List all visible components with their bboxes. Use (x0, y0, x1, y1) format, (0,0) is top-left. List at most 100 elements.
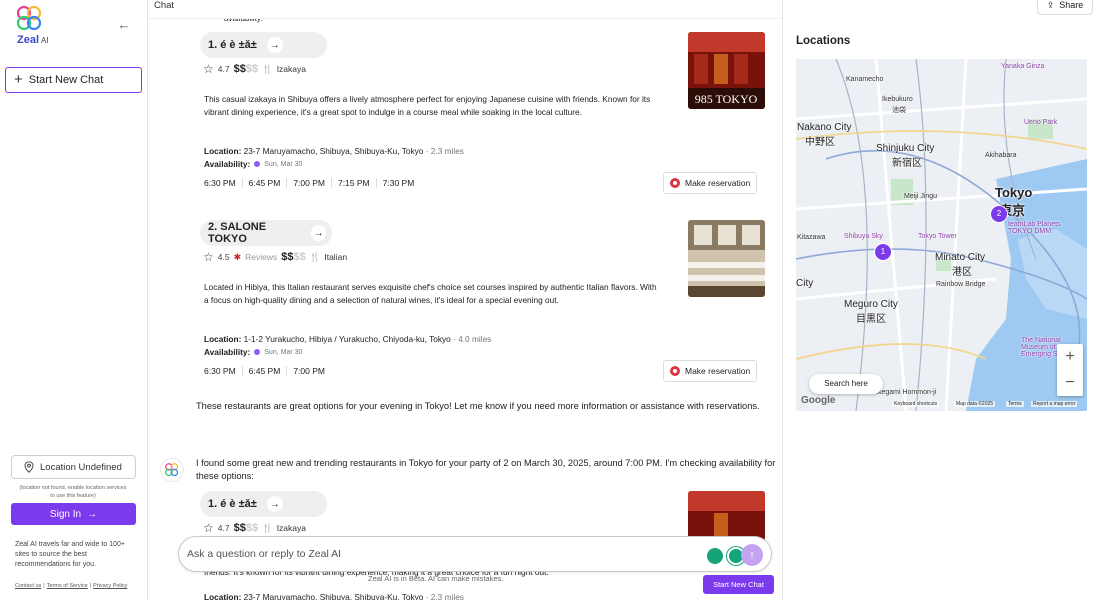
terms-link[interactable]: Terms of Service (47, 583, 88, 589)
restaurant-photo[interactable] (688, 491, 765, 541)
chat-input-box[interactable]: Ask a question or reply to Zeal AI ↑ (178, 536, 772, 572)
time-slot[interactable]: 7:15 PM (330, 178, 376, 188)
price-dim: $$ (293, 251, 306, 263)
arrow-right-icon: → (266, 496, 283, 512)
start-new-chat-bottom-button[interactable]: Start New Chat (703, 575, 774, 594)
restaurant-photo[interactable] (688, 220, 765, 297)
map-data-text: Map data ©2025 (954, 401, 996, 407)
time-slot[interactable]: 7:00 PM (286, 366, 331, 376)
map-label: Meiji Jingu (904, 193, 938, 200)
arrow-right-icon: → (87, 508, 98, 520)
keyboard-shortcuts-link[interactable]: Keyboard shortcuts (892, 401, 940, 407)
price-full: $$ (233, 522, 246, 534)
zoom-out-button[interactable]: − (1057, 370, 1083, 396)
search-here-button[interactable]: Search here (809, 374, 883, 394)
rating: 4.5 (217, 252, 230, 262)
utensils-icon: 🍴 (262, 522, 273, 533)
availability-dot (254, 161, 261, 167)
cuisine: Italian (324, 252, 348, 262)
map-label: Akihabara (985, 152, 1017, 159)
restaurant-location: Location: 1-1-2 Yurakucho, Hibiya / Yura… (204, 334, 491, 344)
beta-note: Zeal AI is in Beta. AI can make mistakes… (368, 574, 504, 583)
reserve-label: Make reservation (685, 366, 751, 376)
sign-in-label: Sign In (49, 508, 82, 520)
map[interactable]: Kanamecho Ikebukuro 池袋 Yanaka Ginza Naka… (796, 59, 1087, 411)
time-slots: 6:30 PM 6:45 PM 7:00 PM 7:15 PM 7:30 PM (204, 178, 420, 188)
rating: 4.7 (217, 523, 230, 533)
availability-label: Availability: (204, 347, 251, 357)
sign-in-button[interactable]: Sign In → (11, 503, 136, 525)
map-cluster-marker[interactable]: 1 (874, 243, 892, 261)
map-label: Tokyo (995, 185, 1033, 200)
location-button[interactable]: Location Undefined (11, 455, 136, 479)
restaurant-name-pill[interactable]: 2. SALONE TOKYO → (200, 220, 332, 246)
cuisine: Izakaya (276, 64, 306, 74)
map-cluster-marker[interactable]: 2 (990, 205, 1008, 223)
availability-label: Availability: (204, 159, 251, 169)
restaurant-photo[interactable]: 985 TOKYO (688, 32, 765, 109)
restaurant-name: 1. é è ±ǎ± (208, 498, 257, 510)
map-label: Kanamecho (846, 76, 884, 83)
brand-name: Zeal (17, 34, 40, 46)
price-level: $$$$ (234, 522, 259, 534)
report-map-error-link[interactable]: Report a map error (1031, 401, 1078, 407)
price-level: $$$$ (281, 251, 306, 263)
reviews-link[interactable]: Reviews (245, 252, 277, 262)
time-slot[interactable]: 6:45 PM (241, 178, 287, 188)
distance: · 4.0 miles (453, 334, 492, 344)
make-reservation-button[interactable]: Make reservation (663, 360, 758, 382)
time-slot[interactable]: 7:00 PM (286, 178, 331, 188)
grammarly-plus-icon[interactable] (707, 548, 723, 564)
terms-link[interactable]: Terms (1006, 401, 1024, 407)
map-label: Ikegami Hommon-ji (876, 389, 937, 396)
restaurant-name-pill[interactable]: 1. é è ±ǎ± → (200, 32, 327, 58)
star-icon: ☆ (203, 62, 214, 76)
star-icon: ☆ (203, 521, 214, 535)
arrow-right-icon: → (311, 225, 326, 241)
share-label: Share (1059, 0, 1084, 10)
plus-icon: + (14, 71, 23, 88)
price-full: $$ (281, 251, 294, 263)
restaurant-name: 2. SALONE TOKYO (208, 221, 267, 245)
restaurant-availability: Availability: Sun, Mar 30 (204, 159, 302, 169)
time-slot[interactable]: 6:30 PM (204, 366, 242, 376)
rating: 4.7 (217, 64, 230, 74)
restaurant-name-pill[interactable]: 1. é è ±ǎ± → (200, 491, 327, 517)
price-full: $$ (233, 63, 246, 75)
photo-caption: 985 TOKYO (695, 92, 758, 106)
location-label: Location: (204, 334, 242, 344)
map-label: 中野区 (805, 137, 835, 148)
time-slot[interactable]: 6:30 PM (204, 178, 242, 188)
time-slot[interactable]: 6:45 PM (241, 366, 287, 376)
start-new-chat-button[interactable]: + Start New Chat (5, 67, 142, 93)
time-slot[interactable]: 7:30 PM (375, 178, 421, 188)
distance: · 2.3 miles (425, 146, 464, 156)
map-label: Meguro City (844, 299, 898, 310)
make-reservation-button[interactable]: Make reservation (663, 172, 758, 194)
map-label: Nakano City (797, 122, 852, 133)
price-dim: $$ (245, 63, 259, 75)
restaurant-location: Location: 23-7 Maruyamacho, Shibuya, Shi… (204, 146, 464, 156)
map-label: Rainbow Bridge (936, 281, 986, 288)
availability-dot (254, 349, 261, 355)
map-label: 目黒区 (856, 314, 886, 325)
chat-input-placeholder[interactable]: Ask a question or reply to Zeal AI (187, 548, 341, 560)
location-pin-icon (24, 461, 34, 473)
contact-us-link[interactable]: Contact us (15, 583, 41, 589)
chat-panel: Chat availability: 1. é è ±ǎ± → ☆ 4.7 $$… (148, 0, 782, 600)
restaurant-description: Located in Hibiya, this Italian restaura… (204, 282, 657, 305)
share-button[interactable]: ⇪ Share (1037, 0, 1093, 15)
locations-panel: ⇪ Share Locations Kanamecho Ikebukuro 池袋… (782, 0, 1100, 600)
restaurant-meta: ☆ 4.5 ✱ Reviews $$$$ 🍴 Italian (203, 250, 347, 264)
star-icon: ☆ (203, 250, 214, 264)
map-label: Yanaka Ginza (1001, 63, 1045, 70)
app-root: Zeal AI ← + Start New Chat Location Undef… (0, 0, 1100, 600)
privacy-link[interactable]: Privacy Policy (93, 583, 127, 589)
collapse-sidebar-icon[interactable]: ← (117, 18, 131, 32)
send-icon[interactable]: ↑ (741, 544, 763, 566)
google-logo: Google (801, 395, 836, 406)
footer-links: Contact us | Terms of Service | Privacy Poli… (15, 583, 128, 589)
zoom-in-button[interactable]: + (1057, 344, 1083, 370)
restaurant-availability: Availability: Sun, Mar 30 (204, 347, 302, 357)
assistant-summary: These restaurants are great options for … (196, 401, 760, 411)
